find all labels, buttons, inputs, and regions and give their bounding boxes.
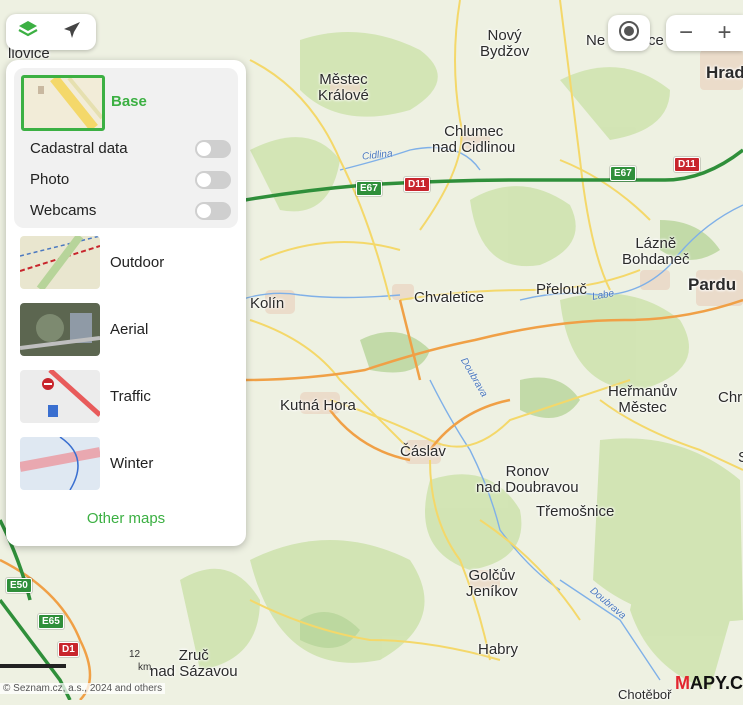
photo-toggle[interactable] [195, 171, 231, 189]
place-label[interactable]: Chr [718, 390, 742, 406]
layers-icon [17, 19, 39, 46]
winter-map-label[interactable]: Winter [110, 455, 153, 472]
place-label[interactable]: Třemošnice [536, 504, 614, 520]
locate-button[interactable] [608, 15, 650, 51]
cadastral-data-label: Cadastral data [30, 140, 128, 157]
place-label[interactable]: Lázně Bohdaneč [622, 236, 690, 268]
layers-button[interactable] [6, 14, 50, 50]
aerial-map-thumbnail[interactable] [20, 303, 100, 356]
scale-label: km [138, 662, 152, 673]
road-shield: D11 [674, 157, 700, 172]
place-label[interactable]: Chlumec nad Cidlinou [432, 124, 515, 156]
map-layers-panel: Base Cadastral data Photo Webcams Outdoo… [6, 60, 246, 546]
place-label[interactable]: Kolín [250, 296, 284, 312]
place-label[interactable]: Nový Bydžov [480, 28, 529, 60]
place-label[interactable]: Ronov nad Doubravou [476, 464, 579, 496]
attribution[interactable]: © Seznam.cz, a.s., 2024 and others [0, 683, 166, 694]
place-label[interactable]: Ne [586, 33, 605, 49]
place-label[interactable]: ce [648, 33, 664, 49]
locate-icon [618, 20, 640, 47]
place-label[interactable]: Kutná Hora [280, 398, 356, 414]
other-maps-link[interactable]: Other maps [6, 510, 246, 527]
road-shield: 12 [129, 649, 141, 660]
place-label[interactable]: Hrad [706, 64, 743, 82]
place-label[interactable]: Heřmanův Městec [608, 384, 677, 416]
flight-button[interactable] [50, 14, 94, 50]
base-map-label[interactable]: Base [111, 93, 147, 110]
aerial-map-label[interactable]: Aerial [110, 321, 148, 338]
top-left-controls [6, 14, 96, 50]
place-label[interactable]: Habry [478, 642, 518, 658]
traffic-map-thumbnail[interactable] [20, 370, 100, 423]
place-label[interactable]: Chvaletice [414, 290, 484, 306]
road-shield: E50 [6, 578, 32, 593]
place-label[interactable]: Čáslav [400, 444, 446, 460]
traffic-map-label[interactable]: Traffic [110, 388, 151, 405]
scale-bar [0, 664, 66, 668]
outdoor-map-thumbnail[interactable] [20, 236, 100, 289]
zoom-out-button[interactable]: − [666, 15, 706, 51]
place-label[interactable]: Pardu [688, 276, 736, 294]
webcams-label: Webcams [30, 202, 97, 219]
place-label[interactable]: Městec Králové [318, 72, 369, 104]
locate-control [608, 15, 650, 51]
zoom-in-button[interactable]: + [706, 15, 743, 51]
airplane-icon [61, 19, 83, 46]
place-label[interactable]: S [738, 450, 743, 466]
base-map-section: Base Cadastral data Photo Webcams [14, 68, 238, 228]
place-label[interactable]: Zruč nad Sázavou [150, 648, 238, 680]
road-shield: E67 [356, 181, 382, 196]
photo-label: Photo [30, 171, 70, 188]
webcams-toggle[interactable] [195, 202, 231, 220]
road-shield: D11 [404, 177, 430, 192]
winter-map-thumbnail[interactable] [20, 437, 100, 490]
zoom-control: − + [666, 15, 743, 51]
road-shield: D1 [58, 642, 79, 657]
cadastral-data-toggle[interactable] [195, 140, 231, 158]
base-map-thumbnail[interactable] [21, 75, 105, 131]
mapy-logo[interactable]: MAPY.C [675, 673, 743, 694]
place-label[interactable]: Golčův Jeníkov [466, 568, 518, 600]
outdoor-map-label[interactable]: Outdoor [110, 254, 164, 271]
road-shield: E65 [38, 614, 64, 629]
road-shield: E67 [610, 166, 636, 181]
place-label[interactable]: Přelouč [536, 282, 587, 298]
